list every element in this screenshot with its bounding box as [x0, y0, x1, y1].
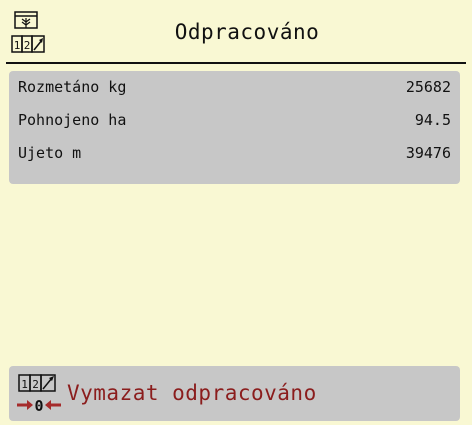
stat-label: Pohnojeno ha	[18, 111, 127, 129]
stat-row-distance-m: Ujeto m 39476	[18, 142, 451, 164]
stat-row-fertilized-ha: Pohnojeno ha 94.5	[18, 109, 451, 131]
svg-text:2: 2	[32, 378, 39, 391]
reset-counter-icon: 1 2 0	[15, 371, 63, 417]
svg-text:1: 1	[21, 378, 28, 391]
stat-label: Ujeto m	[18, 144, 82, 162]
stat-value: 94.5	[414, 111, 451, 129]
reset-work-label: Vymazat odpracováno	[67, 381, 317, 405]
header: 1 2 Odpracováno	[0, 0, 472, 64]
stat-label: Rozmetáno kg	[18, 78, 127, 96]
stat-value: 25682	[405, 78, 451, 96]
stat-value: 39476	[405, 144, 451, 162]
stat-row-spread-kg: Rozmetáno kg 25682	[18, 76, 451, 98]
svg-text:0: 0	[34, 397, 43, 415]
reset-work-button[interactable]: 1 2 0 Vymazat odpracováno	[9, 366, 460, 421]
stats-panel: Rozmetáno kg 25682 Pohnojeno ha 94.5 Uje…	[9, 71, 460, 184]
page-title: Odpracováno	[174, 20, 320, 44]
header-divider	[6, 62, 466, 64]
